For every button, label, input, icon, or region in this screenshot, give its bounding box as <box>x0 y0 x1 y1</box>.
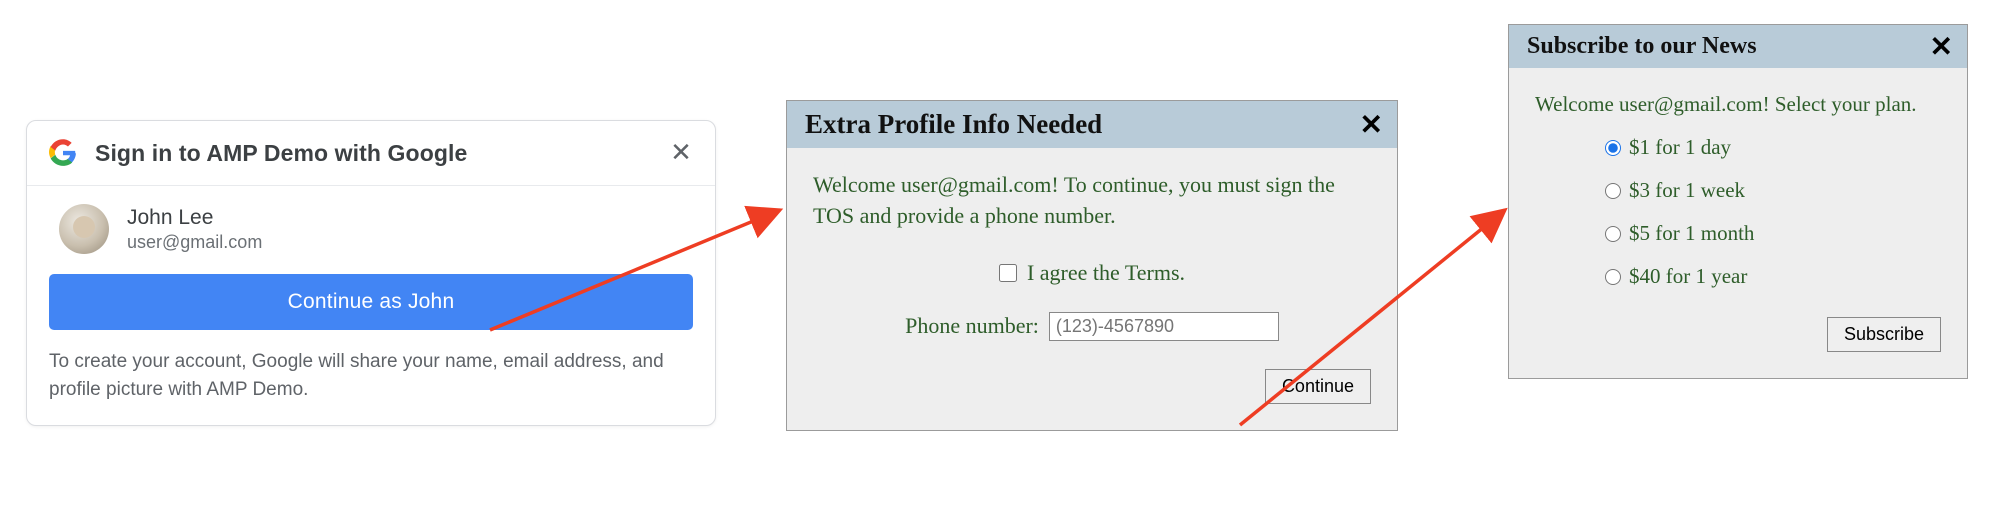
plan-radio[interactable] <box>1605 183 1621 199</box>
modal-header: Subscribe to our News ✕ <box>1509 25 1967 68</box>
phone-row: Phone number: <box>813 312 1371 341</box>
modal-footer: Continue <box>813 369 1371 404</box>
close-icon[interactable]: ✕ <box>1360 113 1383 137</box>
plan-radio[interactable] <box>1605 226 1621 242</box>
phone-input[interactable] <box>1049 312 1279 341</box>
google-card-body: John Lee user@gmail.com Continue as John… <box>27 186 715 425</box>
close-icon[interactable]: ✕ <box>669 141 693 165</box>
plan-radio[interactable] <box>1605 269 1621 285</box>
subscribe-modal: Subscribe to our News ✕ Welcome user@gma… <box>1508 24 1968 379</box>
terms-label: I agree the Terms. <box>1027 260 1185 286</box>
continue-button[interactable]: Continue <box>1265 369 1371 404</box>
google-user-row[interactable]: John Lee user@gmail.com <box>49 204 693 254</box>
google-card-title: Sign in to AMP Demo with Google <box>95 140 669 167</box>
plan-label: $40 for 1 year <box>1629 264 1747 289</box>
google-signin-card: Sign in to AMP Demo with Google ✕ John L… <box>26 120 716 426</box>
plan-option[interactable]: $5 for 1 month <box>1605 221 1941 246</box>
subscribe-button[interactable]: Subscribe <box>1827 317 1941 352</box>
welcome-text: Welcome user@gmail.com! Select your plan… <box>1535 90 1941 119</box>
modal-body: Welcome user@gmail.com! Select your plan… <box>1509 68 1967 378</box>
user-name: John Lee <box>127 206 262 230</box>
terms-row: I agree the Terms. <box>813 260 1371 286</box>
avatar <box>59 204 109 254</box>
disclosure-text: To create your account, Google will shar… <box>49 348 693 403</box>
plan-label: $1 for 1 day <box>1629 135 1731 160</box>
plan-option[interactable]: $40 for 1 year <box>1605 264 1941 289</box>
modal-footer: Subscribe <box>1535 317 1941 352</box>
google-logo-icon <box>49 139 77 167</box>
google-card-header: Sign in to AMP Demo with Google ✕ <box>27 121 715 186</box>
modal-body: Welcome user@gmail.com! To continue, you… <box>787 148 1397 430</box>
terms-checkbox[interactable] <box>999 264 1017 282</box>
welcome-text: Welcome user@gmail.com! To continue, you… <box>813 170 1371 232</box>
modal-title: Subscribe to our News <box>1527 33 1930 60</box>
plan-label: $5 for 1 month <box>1629 221 1754 246</box>
user-email: user@gmail.com <box>127 232 262 253</box>
profile-info-modal: Extra Profile Info Needed ✕ Welcome user… <box>786 100 1398 431</box>
plan-radio[interactable] <box>1605 140 1621 156</box>
modal-header: Extra Profile Info Needed ✕ <box>787 101 1397 148</box>
plan-option[interactable]: $1 for 1 day <box>1605 135 1941 160</box>
close-icon[interactable]: ✕ <box>1930 35 1953 59</box>
plan-label: $3 for 1 week <box>1629 178 1745 203</box>
continue-as-button[interactable]: Continue as John <box>49 274 693 330</box>
modal-title: Extra Profile Info Needed <box>805 109 1360 140</box>
phone-label: Phone number: <box>905 313 1039 339</box>
plan-option[interactable]: $3 for 1 week <box>1605 178 1941 203</box>
plan-options: $1 for 1 day $3 for 1 week $5 for 1 mont… <box>1605 135 1941 289</box>
